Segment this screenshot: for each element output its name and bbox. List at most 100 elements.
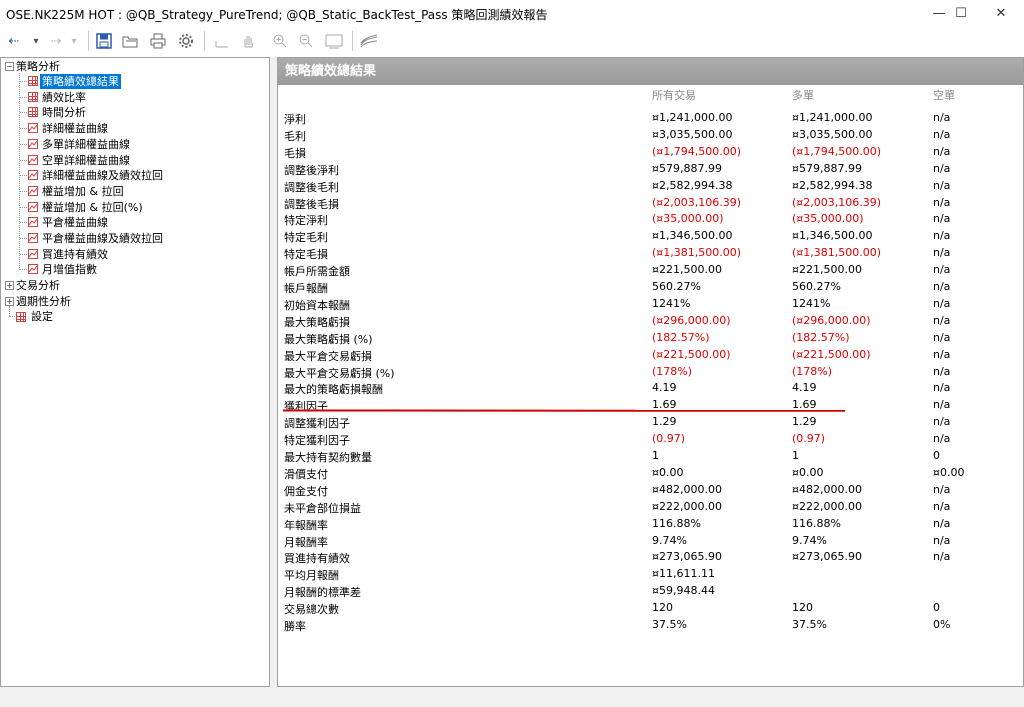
grid-icon — [28, 91, 38, 102]
crosshair-button[interactable] — [212, 30, 232, 52]
value-short-trades: n/a — [933, 499, 951, 513]
tree-node-period[interactable]: 週期性分析 — [16, 294, 71, 309]
value-all-trades: ¤579,887.99 — [652, 161, 722, 175]
zoom-out-button[interactable] — [296, 30, 316, 52]
pan-button[interactable] — [238, 30, 258, 52]
value-all-trades: 1.29 — [652, 415, 677, 429]
tree-item[interactable]: 平倉權益曲線 — [42, 215, 108, 230]
tree-item[interactable]: 策略績效總結果 — [40, 74, 121, 89]
settings-button[interactable] — [176, 30, 196, 52]
table-row: 特定獲利因子 (0.97) (0.97) n/a — [278, 430, 1023, 447]
tree-item[interactable]: 績效比率 — [42, 90, 86, 105]
tree-item[interactable]: 時間分析 — [42, 105, 86, 120]
value-short-trades: n/a — [933, 432, 951, 446]
zoom-in-button[interactable] — [270, 30, 290, 52]
close-icon: ✕ — [995, 6, 1007, 21]
open-button[interactable] — [120, 30, 140, 52]
table-row: 交易總次數 120 120 0 — [278, 599, 1023, 616]
metric-label: 最大持有契約數量 — [284, 451, 372, 464]
tree-item[interactable]: 詳細權益曲線 — [42, 121, 108, 136]
value-all-trades: (¤296,000.00) — [652, 313, 731, 327]
tree-item[interactable]: 權益增加 & 拉回 — [42, 184, 124, 199]
value-short-trades: 0% — [933, 618, 951, 631]
table-row: 毛利 ¤3,035,500.00 ¤3,035,500.00 n/a — [278, 126, 1023, 143]
tree-guide-line — [20, 143, 27, 145]
value-long-trades: 37.5% — [792, 618, 827, 631]
report-header: 策略績效總結果 — [278, 58, 1023, 85]
tree-guide-line — [20, 128, 27, 130]
zoom-in-icon — [273, 34, 287, 48]
close-button[interactable]: ✕ — [978, 0, 1024, 27]
status-bar — [0, 687, 1024, 707]
metric-label: 特定獲利因子 — [284, 434, 350, 448]
save-button[interactable] — [94, 30, 114, 52]
table-row: 最大持有契約數量 1 1 0 — [278, 447, 1023, 464]
value-short-trades: n/a — [933, 482, 951, 496]
forward-button[interactable]: ⇢ — [48, 30, 64, 52]
metric-label: 最大策略虧損 — [284, 315, 350, 329]
metric-label: 最大平倉交易虧損 (%) — [284, 366, 395, 380]
expand-period-toggle[interactable]: + — [5, 297, 14, 306]
tree-guide-line — [9, 306, 10, 316]
tree-guide-line — [20, 190, 27, 192]
tree-item[interactable]: 買進持有績效 — [42, 247, 108, 262]
tree-node-trade[interactable]: 交易分析 — [16, 278, 60, 293]
tree-node-strategy[interactable]: 策略分析 — [16, 59, 60, 74]
fit-screen-icon — [325, 34, 343, 49]
tree-guide-line — [20, 238, 27, 239]
tree-node-settings[interactable]: 設定 — [31, 309, 53, 324]
value-short-trades: ¤0.00 — [933, 465, 965, 479]
zoom-out-icon — [299, 34, 313, 48]
tree-item[interactable]: 月增值指數 — [42, 262, 97, 277]
value-all-trades: (178%) — [652, 364, 693, 378]
tree-item[interactable]: 詳細權益曲線及績效拉回 — [42, 168, 163, 183]
tree-guide-line — [20, 175, 27, 177]
metric-label: 帳戶所需金額 — [284, 265, 350, 279]
table-row: 帳戶所需金額 ¤221,500.00 ¤221,500.00 n/a — [278, 261, 1023, 278]
crosshair-icon — [215, 41, 228, 48]
value-long-trades: ¤482,000.00 — [792, 482, 862, 496]
chart-style-button[interactable] — [358, 30, 380, 52]
hand-pan-icon — [244, 36, 254, 48]
tree-item[interactable]: 多單詳細權益曲線 — [42, 137, 130, 152]
window-title: OSE.NK225M HOT : @QB_Strategy_PureTrend;… — [6, 8, 548, 22]
tree-item[interactable]: 權益增加 & 拉回(%) — [42, 200, 143, 215]
table-row: 帳戶報酬 560.27% 560.27% n/a — [278, 278, 1023, 295]
back-dropdown[interactable]: ▾ — [30, 30, 42, 52]
value-long-trades: ¤1,346,500.00 — [792, 229, 873, 243]
chart-icon — [28, 264, 38, 275]
table-row: 佣金支付 ¤482,000.00 ¤482,000.00 n/a — [278, 481, 1023, 498]
value-short-trades: n/a — [933, 246, 951, 260]
table-row: 月報酬率 9.74% 9.74% n/a — [278, 532, 1023, 549]
value-long-trades: 9.74% — [792, 533, 827, 547]
value-long-trades: 1.29 — [792, 415, 817, 429]
value-long-trades: (¤221,500.00) — [792, 347, 871, 361]
forward-dropdown[interactable]: ▾ — [68, 30, 80, 52]
print-button[interactable] — [148, 30, 168, 52]
value-long-trades: 560.27% — [792, 280, 841, 293]
tree-item[interactable]: 平倉權益曲線及績效拉回 — [42, 231, 163, 246]
table-row: 初始資本報酬 1241% 1241% n/a — [278, 295, 1023, 312]
grid-icon — [28, 76, 38, 86]
tree-guide-line — [20, 269, 27, 271]
value-long-trades: 116.88% — [792, 516, 841, 530]
toolbar-separator — [88, 31, 89, 51]
fit-button[interactable] — [322, 30, 346, 52]
expand-trade-toggle[interactable]: + — [5, 281, 14, 290]
value-long-trades: ¤1,241,000.00 — [792, 111, 873, 124]
save-icon — [96, 33, 112, 49]
metric-label: 年報酬率 — [284, 518, 328, 532]
tree-guide-line — [20, 81, 27, 82]
navigation-tree: − 策略分析 策略績效總結果 績效比率 時間分析 詳細權益曲線 多單詳細權益曲線 空單詳細… — [0, 57, 270, 687]
table-row: 調整後淨利 ¤579,887.99 ¤579,887.99 n/a — [278, 160, 1023, 177]
value-long-trades: (¤296,000.00) — [792, 313, 871, 327]
value-all-trades: ¤1,346,500.00 — [652, 229, 733, 243]
back-button[interactable]: ⇠ — [6, 30, 22, 52]
value-all-trades: ¤11,611.11 — [652, 567, 715, 581]
value-all-trades: 116.88% — [652, 516, 701, 530]
value-short-trades: n/a — [933, 195, 951, 209]
tree-item[interactable]: 空單詳細權益曲線 — [42, 153, 130, 168]
collapse-strategy-toggle[interactable]: − — [5, 62, 14, 71]
report-panel: 策略績效總結果 所有交易 多單 空單 淨利 ¤1,241,000.00 ¤1,241… — [277, 57, 1024, 687]
value-short-trades: n/a — [933, 127, 951, 141]
